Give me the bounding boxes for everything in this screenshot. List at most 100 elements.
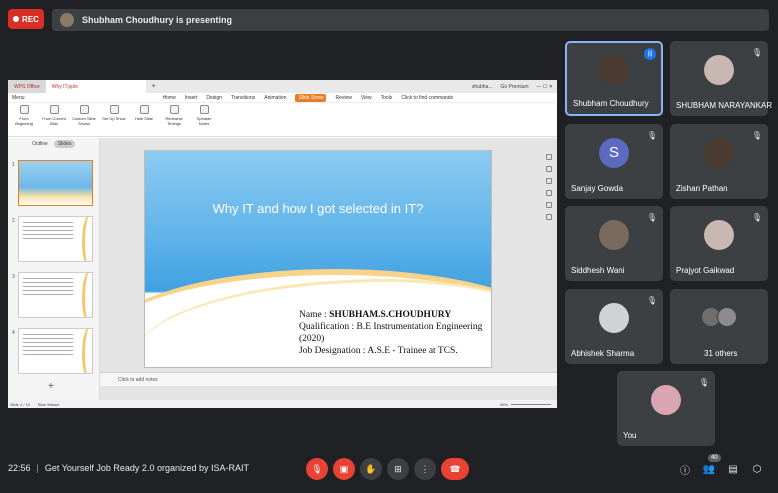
participant-tile[interactable]: 🎙 Zishan Pathan [670,124,768,199]
participant-tile[interactable]: 🎙 Siddhesh Wani [565,206,663,281]
avatar [704,219,734,250]
menu-item-design: Design [206,94,222,101]
slide-body: Name : SHUBHAM.S.CHOUDHURY Qualification… [299,310,483,356]
ribbon-set-up-show: Set Up Show [102,105,126,121]
theme-name: Blue Waves [38,401,60,407]
raise-hand-icon[interactable]: ✋ [360,458,382,480]
notes-icon [199,105,209,114]
participant-tile[interactable]: 🎙 Prajyot Gaikwad [670,206,768,281]
tab-wps-office: WPS Office [8,80,46,93]
avatar [651,384,681,415]
shared-screen: WPS Office Why IT.pptx + shubha... Go Pr… [8,80,557,408]
ribbon-hide-slide: Hide Slide [132,105,156,121]
more-options-icon[interactable]: ⋮ [414,458,436,480]
menu-item-transitions: Transitions [230,94,256,101]
participant-name: Siddhesh Wani [571,266,625,275]
mic-off-icon: 🎙 [646,130,658,140]
thumbnail-row: 3 [8,272,100,318]
slide-thumbnail [18,160,93,206]
slide-thumbnail [18,328,93,374]
slide-editor: Why IT and how I got selected in IT? Nam… [100,138,557,400]
others-tile[interactable]: 31 others [670,289,768,364]
participant-name: Shubham Choudhury [573,99,649,108]
participant-tile[interactable]: 🎙 Abhishek Sharma [565,289,663,364]
menu-item-tools: Tools [380,94,393,101]
camera-off-icon[interactable]: ▣ [333,458,355,480]
find-commands: Click to find commands [401,94,454,101]
zoom-slider [511,403,551,405]
slide-thumbnail [18,272,93,318]
present-icon[interactable]: ⊞ [387,458,409,480]
slide-title: Why IT and how I got selected in IT? [212,201,424,216]
custom-show-icon [79,105,89,114]
separator: | [36,463,39,473]
editor-side-tools [543,154,555,220]
avatar: S [599,137,629,168]
tab-slides: Slides [53,140,76,148]
presenter-avatar [60,13,74,27]
wps-titlebar: WPS Office Why IT.pptx + shubha... Go Pr… [8,80,557,93]
menu-item-slide-show: Slide Show [295,93,327,102]
wps-statusbar: Slide 1 / 10 Blue Waves 96% [8,400,557,408]
activities-icon[interactable]: ⬡ [750,462,764,476]
avatar [704,137,734,168]
wps-menubar: Menu Home Insert Design Transitions Anim… [8,93,557,103]
avatar [599,54,629,85]
menu-item-view: View [360,94,372,101]
menu-item-home: Home [162,94,176,101]
participant-name: You [623,431,637,440]
mic-off-icon: 🎙 [646,295,658,305]
menu-item-animation: Animation [264,94,287,101]
chat-icon[interactable]: ▤ [726,462,740,476]
notes-area: Click to add notes [100,372,557,386]
ribbon-speaker-notes: Speaker Notes [192,105,216,126]
ribbon-custom-show: Custom Slide Shows [72,105,96,126]
thumbnail-row: 2 [8,216,100,262]
add-slide-icon: + [48,381,54,392]
window-controls-icon: — ☐ ✕ [536,83,553,90]
call-controls-bar: 22:56 | Get Yourself Job Ready 2.0 organ… [0,452,778,486]
presenting-banner: Shubham Choudhury is presenting [52,9,769,31]
others-count: 31 others [704,349,738,358]
participant-name: Abhishek Sharma [571,349,635,358]
slide-counter: Slide 1 / 10 [10,401,31,407]
avatar [599,302,629,333]
meeting-title: Get Yourself Job Ready 2.0 organized by … [44,463,249,473]
slide-thumbnail [18,216,93,262]
speaking-indicator-icon: ||| [644,48,656,60]
participant-name: Zishan Pathan [676,184,728,193]
mic-off-icon[interactable]: 🎙 [306,458,328,480]
tab-outline: Outline [32,141,48,147]
participant-name: SHUBHAM NARAYANKAR [676,101,773,110]
recording-dot-icon [13,16,20,22]
slide-thumbnails: Outline Slides 1 2 3 4 + [8,138,100,400]
current-slide: Why IT and how I got selected in IT? Nam… [144,150,492,368]
menu-item-insert: Insert [184,94,198,101]
participant-name: Sanjay Gowda [571,184,624,193]
avatar [704,54,734,85]
end-call-icon[interactable]: ☎ [441,458,469,480]
presenting-text: Shubham Choudhury is presenting [82,15,233,25]
participant-tile[interactable]: 🎙 SHUBHAM NARAYANKAR [670,41,772,116]
participant-name: Prajyot Gaikwad [676,266,735,275]
mic-off-icon: 🎙 [751,130,763,140]
mic-off-icon: 🎙 [698,377,710,387]
clock: 22:56 [8,463,31,473]
recording-badge: REC [8,9,44,29]
info-icon[interactable]: ⓘ [678,462,692,477]
zoom-level: 96% [499,401,508,407]
account-label: shubha... [471,83,493,90]
wps-ribbon: From Beginning From Current Slide Custom… [8,103,557,137]
timer-icon [169,105,179,114]
menu-item-review: Review [335,94,352,101]
new-tab-icon: + [151,83,156,90]
menu-item-menu: Menu [12,94,25,101]
meeting-info: 22:56 | Get Yourself Job Ready 2.0 organ… [8,463,249,473]
self-tile[interactable]: 🎙 You [617,371,715,446]
people-icon[interactable]: 👥 [702,462,716,476]
participant-tile[interactable]: S 🎙 Sanjay Gowda [565,124,663,199]
participant-tile[interactable]: ||| Shubham Choudhury [565,41,663,116]
avatar [599,219,629,250]
go-premium-label: Go Premium [500,83,529,90]
ribbon-from-beginning: From Beginning [12,105,36,126]
